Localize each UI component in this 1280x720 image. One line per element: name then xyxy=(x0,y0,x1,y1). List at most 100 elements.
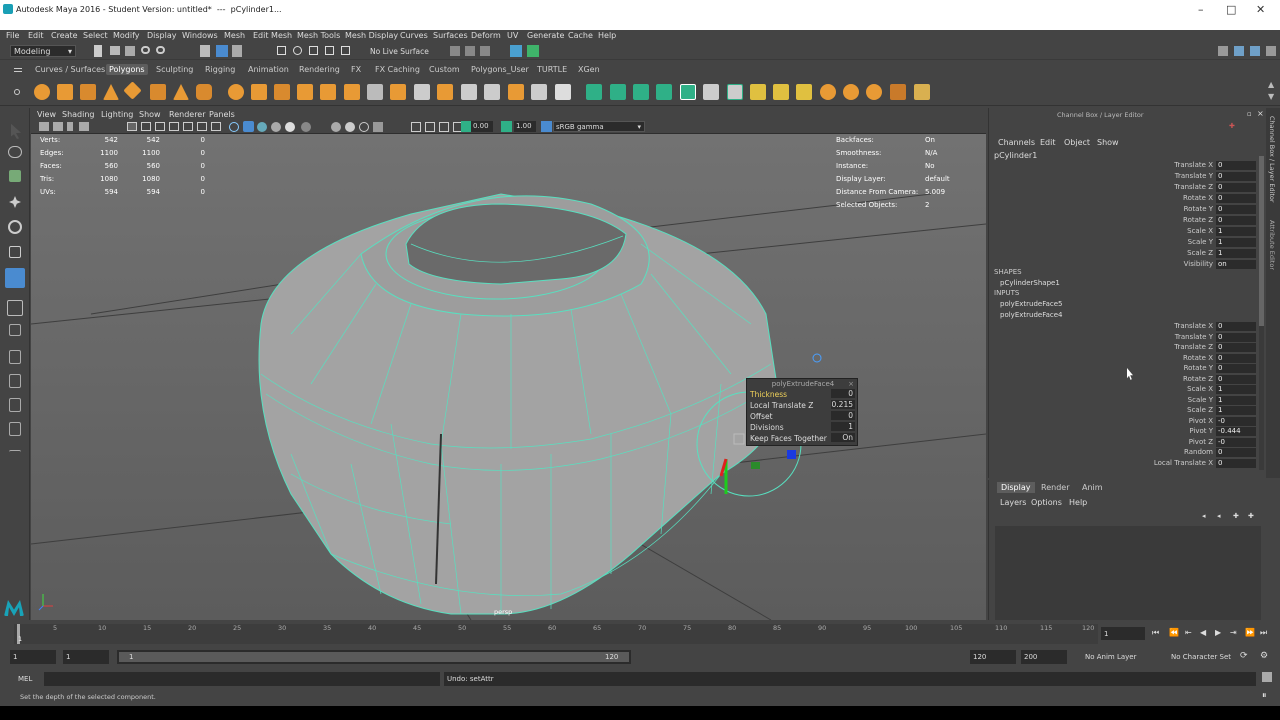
cb-attr-value[interactable]: 0 xyxy=(1216,161,1256,170)
extract-icon[interactable] xyxy=(320,84,336,100)
bevel-icon[interactable] xyxy=(484,84,500,100)
safe-action-icon[interactable] xyxy=(197,122,207,131)
step-forward-key-icon[interactable]: ⏩ xyxy=(1245,628,1255,637)
menu-modify[interactable]: Modify xyxy=(113,31,140,40)
color-management-icon[interactable] xyxy=(541,121,552,132)
shelf-tab-curves-surfaces[interactable]: Curves / Surfaces xyxy=(32,64,108,75)
preferences-icon[interactable]: ⚙ xyxy=(1260,651,1268,661)
cb-attr-value[interactable]: 0 xyxy=(1216,216,1256,225)
rotate-tool-icon[interactable] xyxy=(8,220,22,234)
popup-row-divisions[interactable]: Divisions 1 xyxy=(749,422,857,432)
channel-box-float-icon[interactable]: ▫ xyxy=(1247,110,1252,118)
cb-menu-show[interactable]: Show xyxy=(1097,138,1119,147)
poly-cube-icon[interactable] xyxy=(57,84,73,100)
mirror-icon[interactable] xyxy=(555,84,571,100)
playback-end-field[interactable]: 120 xyxy=(970,650,1016,664)
cb-input-attr-value[interactable]: 0 xyxy=(1216,459,1256,468)
cb-input-attr-value[interactable]: 0 xyxy=(1216,354,1256,363)
uv-cut-icon[interactable] xyxy=(727,84,743,100)
paint-weights-icon[interactable] xyxy=(890,84,906,100)
uv-editor-icon[interactable] xyxy=(703,84,719,100)
popup-row-thickness[interactable]: Thickness 0 xyxy=(749,389,857,399)
cb-attr-value[interactable]: 0 xyxy=(1216,183,1256,192)
viewport-persp[interactable]: Verts: 542 542 0 Edges: 1100 1100 0 Face… xyxy=(31,134,986,620)
command-lang-label[interactable]: MEL xyxy=(18,675,32,683)
resolution-gate-icon[interactable] xyxy=(155,122,165,131)
layer-tab-display[interactable]: Display xyxy=(997,482,1035,493)
auto-key-icon[interactable]: ⟳ xyxy=(1240,651,1248,661)
poly-cylinder-icon[interactable] xyxy=(80,84,96,100)
menu-mesh[interactable]: Mesh xyxy=(224,31,245,40)
popup-value-ltz[interactable]: 0.215 xyxy=(831,400,855,409)
channel-box-close-icon[interactable]: × xyxy=(1257,109,1264,118)
field-chart-icon[interactable] xyxy=(183,122,193,131)
xray-icon[interactable] xyxy=(425,122,435,132)
textured-icon[interactable] xyxy=(271,122,281,132)
shelf-scroll-up-icon[interactable]: ▲ xyxy=(1268,80,1274,89)
colorspace-dropdown[interactable]: sRGB gamma ▾ xyxy=(553,121,645,132)
wireframe-on-shaded-icon[interactable] xyxy=(257,122,267,132)
film-gate-icon[interactable] xyxy=(141,122,151,131)
layout-more-icon[interactable] xyxy=(9,450,21,460)
script-editor-icon[interactable] xyxy=(1262,672,1272,682)
play-backward-icon[interactable]: ◀ xyxy=(1200,628,1206,637)
popup-value-thickness[interactable]: 0 xyxy=(831,389,855,398)
menu-mesh-display[interactable]: Mesh Display xyxy=(345,31,398,40)
vp-menu-lighting[interactable]: Lighting xyxy=(101,110,133,119)
layout-quad-icon[interactable] xyxy=(9,324,21,336)
camera-select-icon[interactable] xyxy=(39,122,49,131)
render-view-icon[interactable] xyxy=(465,46,475,56)
popup-value-keep-faces[interactable]: On xyxy=(831,433,855,442)
anim-layer-dropdown[interactable]: No Anim Layer xyxy=(1085,653,1136,661)
shelf-tab-turtle[interactable]: TURTLE xyxy=(534,64,570,75)
cb-attr-value[interactable]: on xyxy=(1216,260,1256,269)
layout-attribute-icon[interactable] xyxy=(1250,46,1260,56)
select-hierarchy-icon[interactable] xyxy=(200,45,210,57)
last-tool-icon[interactable] xyxy=(5,268,25,288)
scale-tool-icon[interactable] xyxy=(9,246,21,258)
vp-menu-panels[interactable]: Panels xyxy=(209,110,235,119)
uv-spherical-icon[interactable] xyxy=(633,84,649,100)
snap-view-icon[interactable] xyxy=(325,46,334,55)
render-icon[interactable] xyxy=(450,46,460,56)
new-layer-selected-icon[interactable]: ✚ xyxy=(1248,512,1254,520)
uv-unfold-icon[interactable] xyxy=(773,84,789,100)
play-forward-icon[interactable]: ▶ xyxy=(1215,628,1221,637)
snap-surface-icon[interactable] xyxy=(341,46,350,55)
image-plane-icon[interactable] xyxy=(79,122,89,131)
layout-outliner-icon[interactable] xyxy=(9,374,21,388)
shelf-tab-rendering[interactable]: Rendering xyxy=(296,64,343,75)
shelf-settings-icon[interactable] xyxy=(14,89,20,95)
menu-uv[interactable]: UV xyxy=(507,31,518,40)
hypershade-icon[interactable] xyxy=(527,45,539,57)
step-back-key-icon[interactable]: ⏪ xyxy=(1169,628,1179,637)
layout-graph-icon[interactable] xyxy=(9,422,21,436)
ipr-icon[interactable] xyxy=(480,46,490,56)
menu-deform[interactable]: Deform xyxy=(471,31,501,40)
cb-menu-channels[interactable]: Channels xyxy=(998,138,1035,147)
popup-row-keep-faces[interactable]: Keep Faces Together On xyxy=(749,433,857,443)
menu-generate[interactable]: Generate xyxy=(527,31,564,40)
multi-cut-icon[interactable] xyxy=(414,84,430,100)
uv-cylindrical-icon[interactable] xyxy=(610,84,626,100)
save-scene-icon[interactable] xyxy=(125,46,135,56)
char-set-dropdown[interactable]: No Character Set xyxy=(1171,653,1231,661)
lights-icon[interactable] xyxy=(285,122,295,132)
uv-layout-icon[interactable] xyxy=(796,84,812,100)
menu-file[interactable]: File xyxy=(6,31,19,40)
go-to-start-icon[interactable]: ⏮ xyxy=(1152,628,1159,638)
shelf-tab-animation[interactable]: Animation xyxy=(245,64,292,75)
isolate-select-icon[interactable] xyxy=(411,122,421,132)
separate-icon[interactable] xyxy=(274,84,290,100)
lasso-tool-icon[interactable] xyxy=(8,146,22,158)
popup-value-divisions[interactable]: 1 xyxy=(831,422,855,431)
cb-input-attr-value[interactable]: -0 xyxy=(1216,438,1256,447)
shelf-tab-custom[interactable]: Custom xyxy=(426,64,463,75)
snap-grid-icon[interactable] xyxy=(277,46,286,55)
insert-loop-icon[interactable] xyxy=(390,84,406,100)
poly-prism-icon[interactable] xyxy=(173,84,189,100)
cb-object-name[interactable]: pCylinder1 xyxy=(994,151,1037,160)
bridge-icon[interactable] xyxy=(461,84,477,100)
menu-edit[interactable]: Edit xyxy=(28,31,44,40)
redo-icon[interactable] xyxy=(156,46,165,54)
